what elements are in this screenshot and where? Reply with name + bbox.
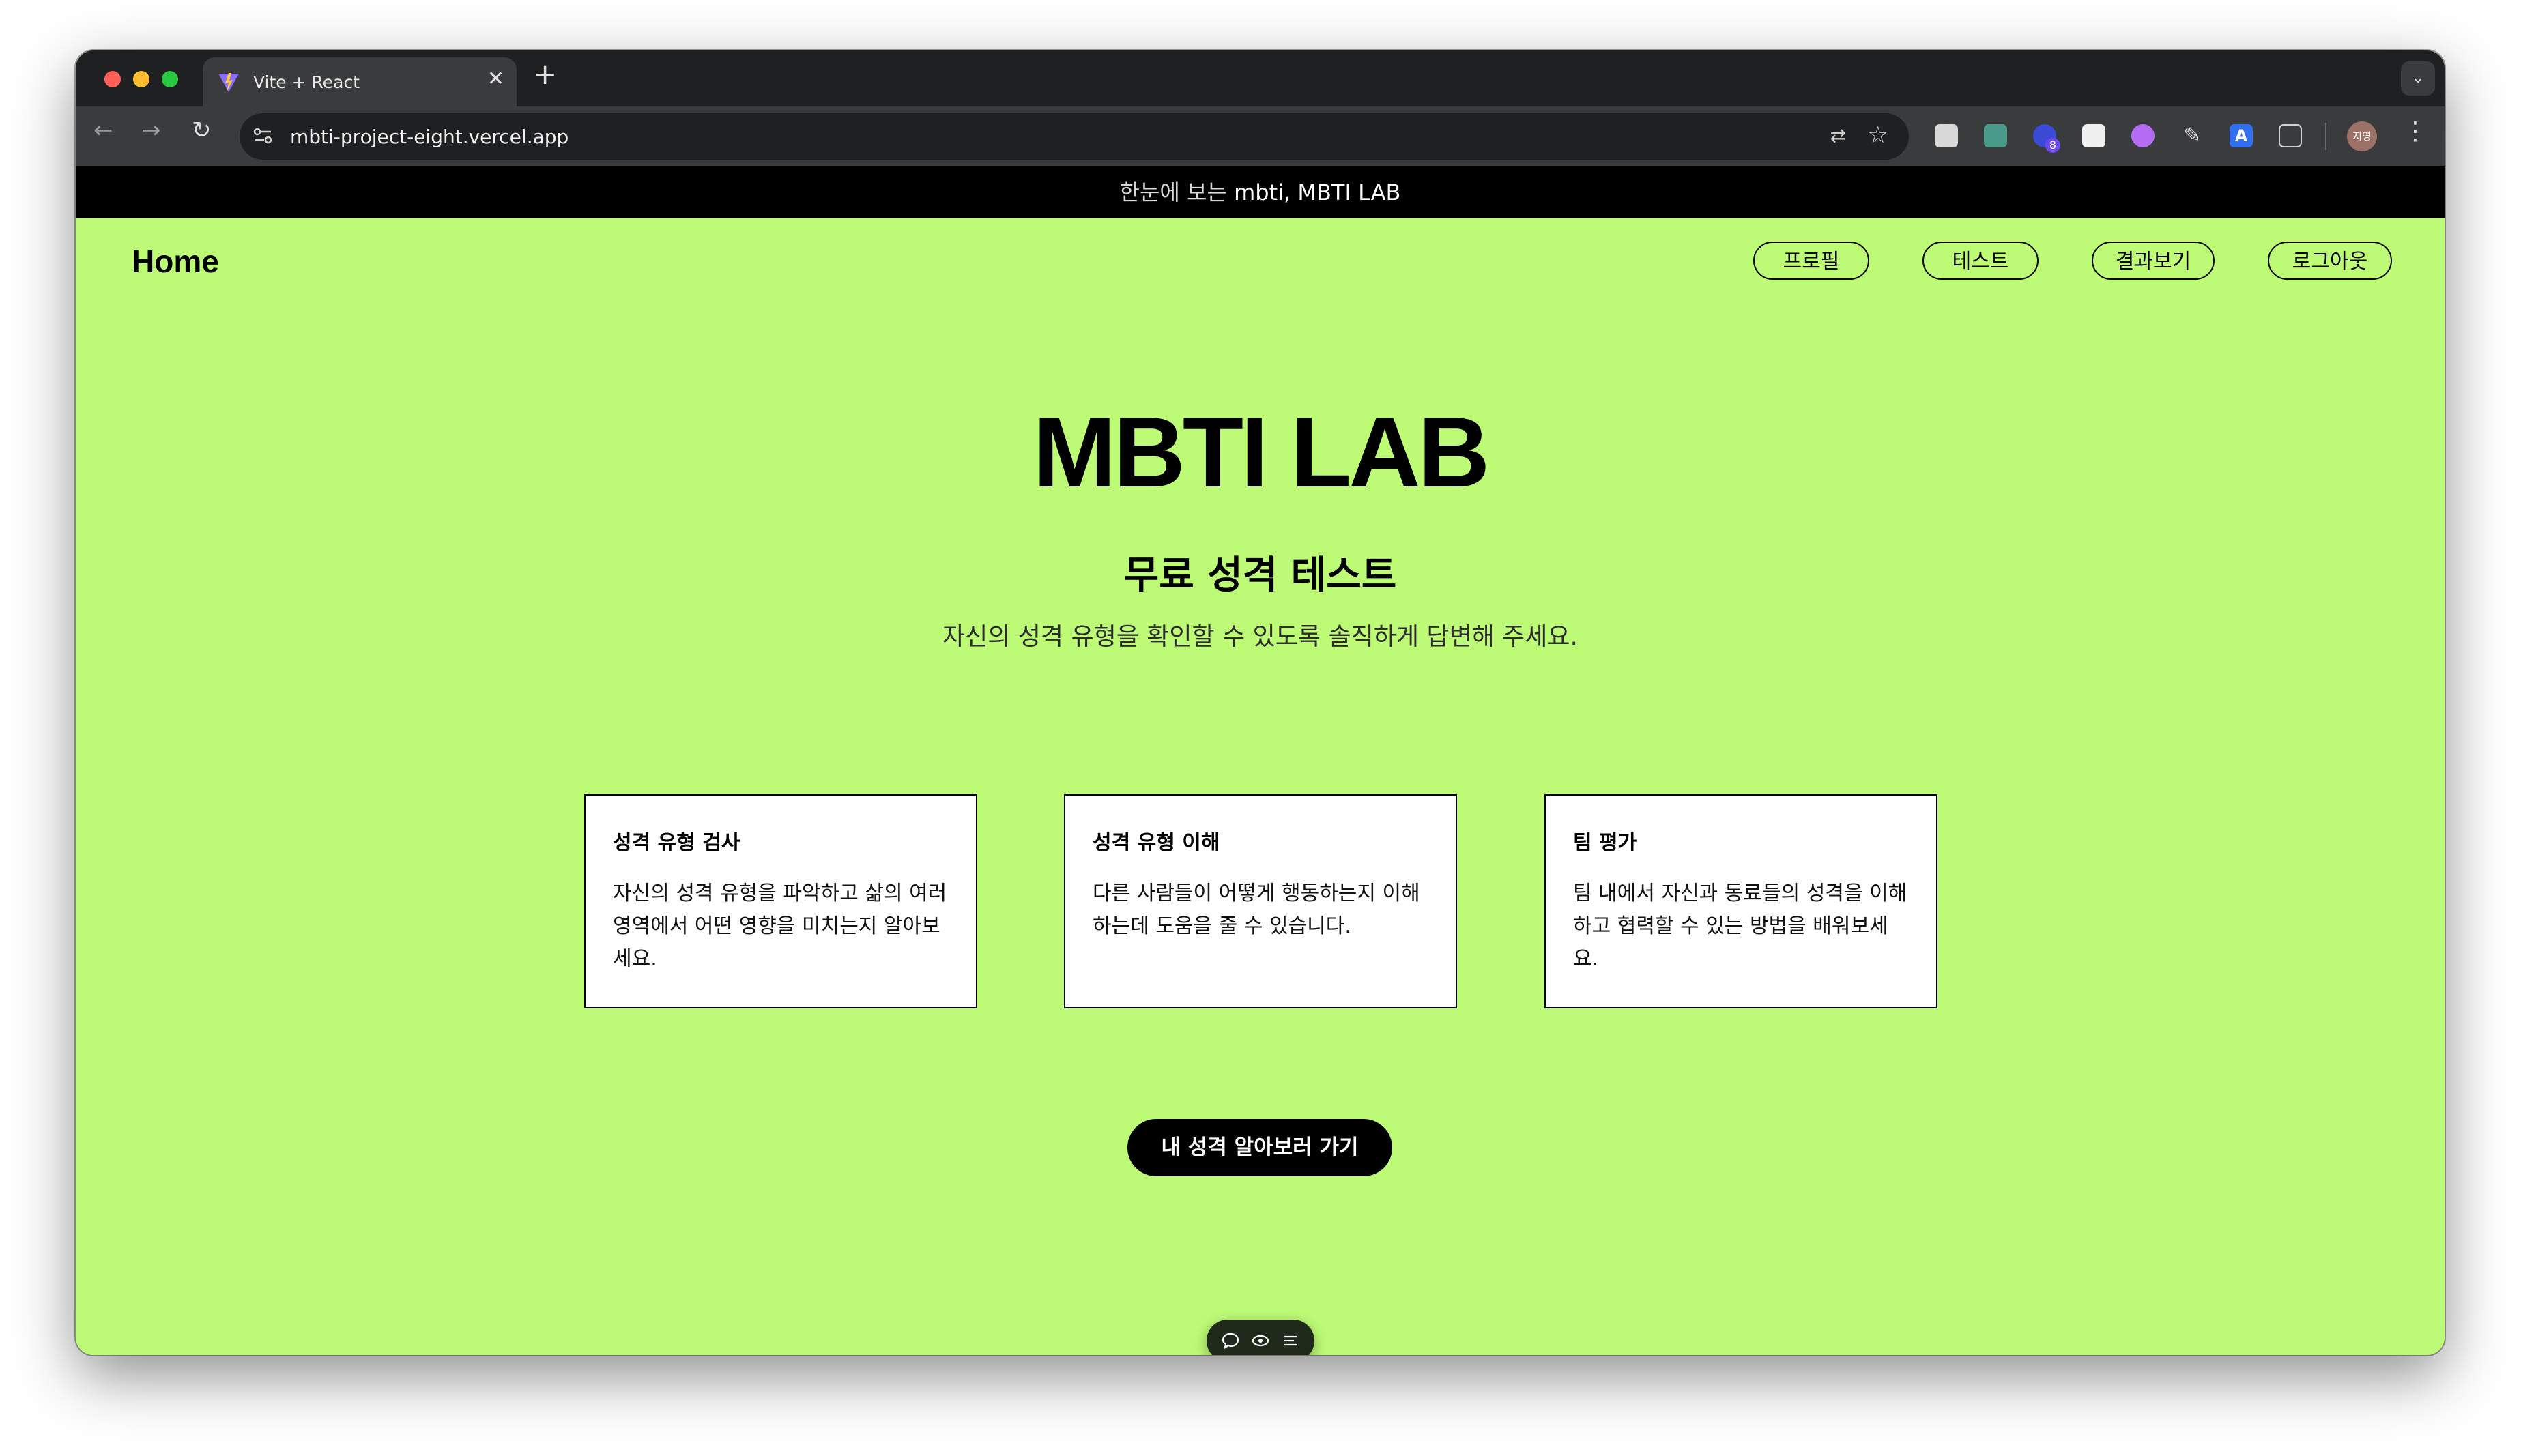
new-tab-button[interactable]: + (533, 60, 557, 89)
translator-extension-icon[interactable]: A (2230, 124, 2253, 147)
feature-card-personality-test: 성격 유형 검사 자신의 성격 유형을 파악하고 삶의 여러 영역에서 어떤 영… (584, 794, 977, 1008)
announcement-prefix: 한눈에 보는 (1119, 179, 1227, 205)
nav-test-button[interactable]: 테스트 (1922, 242, 2039, 280)
reading-mode-icon[interactable] (1935, 124, 1958, 147)
nav-profile-button[interactable]: 프로필 (1753, 242, 1869, 280)
nav-results-button[interactable]: 결과보기 (2092, 242, 2215, 280)
extensions-puzzle-icon[interactable] (2279, 124, 2302, 147)
minimize-window-button[interactable] (133, 71, 149, 87)
browser-menu-icon[interactable]: ⋮ (2403, 117, 2428, 145)
announcement-bar: 한눈에 보는 mbti, MBTI LAB (76, 166, 2445, 218)
extension-purple-icon[interactable] (2131, 124, 2155, 147)
address-bar[interactable]: mbti-project-eight.vercel.app ⇄ ☆ (240, 113, 1909, 160)
close-tab-icon[interactable]: ✕ (487, 67, 504, 91)
hero-title: MBTI LAB (1033, 396, 1490, 508)
eyedropper-icon[interactable]: ✎ (2180, 124, 2204, 147)
list-icon[interactable] (1282, 1332, 1299, 1350)
profile-avatar[interactable]: 지영 (2347, 121, 2377, 151)
announcement-text: mbti, MBTI LAB (1234, 179, 1401, 205)
comment-icon[interactable] (1222, 1332, 1239, 1350)
tab-search-button[interactable]: ⌄ (2401, 61, 2435, 96)
hero-subtitle: 무료 성격 테스트 (1123, 553, 1397, 598)
reload-button[interactable]: ↻ (192, 119, 212, 142)
card-body: 팀 내에서 자신과 동료들의 성격을 이해하고 협력할 수 있는 방법을 배워보… (1573, 882, 1907, 971)
extension-teal-icon[interactable] (1984, 124, 2007, 147)
url-text: mbti-project-eight.vercel.app (290, 126, 569, 148)
card-body: 다른 사람들이 어떻게 행동하는지 이해하는데 도움을 줄 수 있습니다. (1093, 882, 1420, 938)
hero-description: 자신의 성격 유형을 확인할 수 있도록 솔직하게 답변해 주세요. (942, 623, 1578, 651)
card-title: 팀 평가 (1573, 831, 1637, 855)
floating-toolbar (1207, 1320, 1314, 1355)
browser-window: Vite + React ✕ + ⌄ ← → ↻ mbti-project-ei… (76, 50, 2445, 1355)
eye-icon[interactable] (1252, 1332, 1269, 1350)
browser-tab[interactable]: Vite + React ✕ (203, 57, 517, 106)
forward-button[interactable]: → (141, 119, 161, 142)
vite-logo-icon (218, 73, 239, 92)
browser-toolbar: ← → ↻ mbti-project-eight.vercel.app ⇄ ☆ … (76, 106, 2445, 166)
extension-badge-count: 8 (2045, 138, 2060, 153)
start-test-button[interactable]: 내 성격 알아보러 가기 (1127, 1119, 1392, 1176)
card-title: 성격 유형 이해 (1093, 831, 1220, 855)
tab-strip: Vite + React ✕ + ⌄ (76, 50, 2445, 106)
feature-card-understanding: 성격 유형 이해 다른 사람들이 어떻게 행동하는지 이해하는데 도움을 줄 수… (1064, 794, 1457, 1008)
feature-card-team-evaluation: 팀 평가 팀 내에서 자신과 동료들의 성격을 이해하고 협력할 수 있는 방법… (1544, 794, 1937, 1008)
close-window-button[interactable] (104, 71, 121, 87)
bookmark-star-icon[interactable]: ☆ (1868, 121, 1888, 149)
tab-title: Vite + React (253, 72, 360, 92)
home-link[interactable]: Home (132, 243, 219, 280)
calendar-extension-icon[interactable] (2082, 124, 2105, 147)
extension-badge-icon[interactable]: 8 (2033, 124, 2060, 153)
page-content: Home 프로필 테스트 결과보기 로그아웃 MBTI LAB 무료 성격 테스… (76, 218, 2445, 1355)
toolbar-divider (2325, 123, 2326, 150)
card-body: 자신의 성격 유형을 파악하고 삶의 여러 영역에서 어떤 영향을 미치는지 알… (613, 882, 947, 971)
maximize-window-button[interactable] (162, 71, 178, 87)
site-info-icon[interactable] (253, 127, 272, 145)
card-title: 성격 유형 검사 (613, 831, 740, 855)
back-button[interactable]: ← (93, 119, 113, 142)
translate-icon[interactable]: ⇄ (1830, 124, 1846, 147)
nav-logout-button[interactable]: 로그아웃 (2268, 242, 2392, 280)
